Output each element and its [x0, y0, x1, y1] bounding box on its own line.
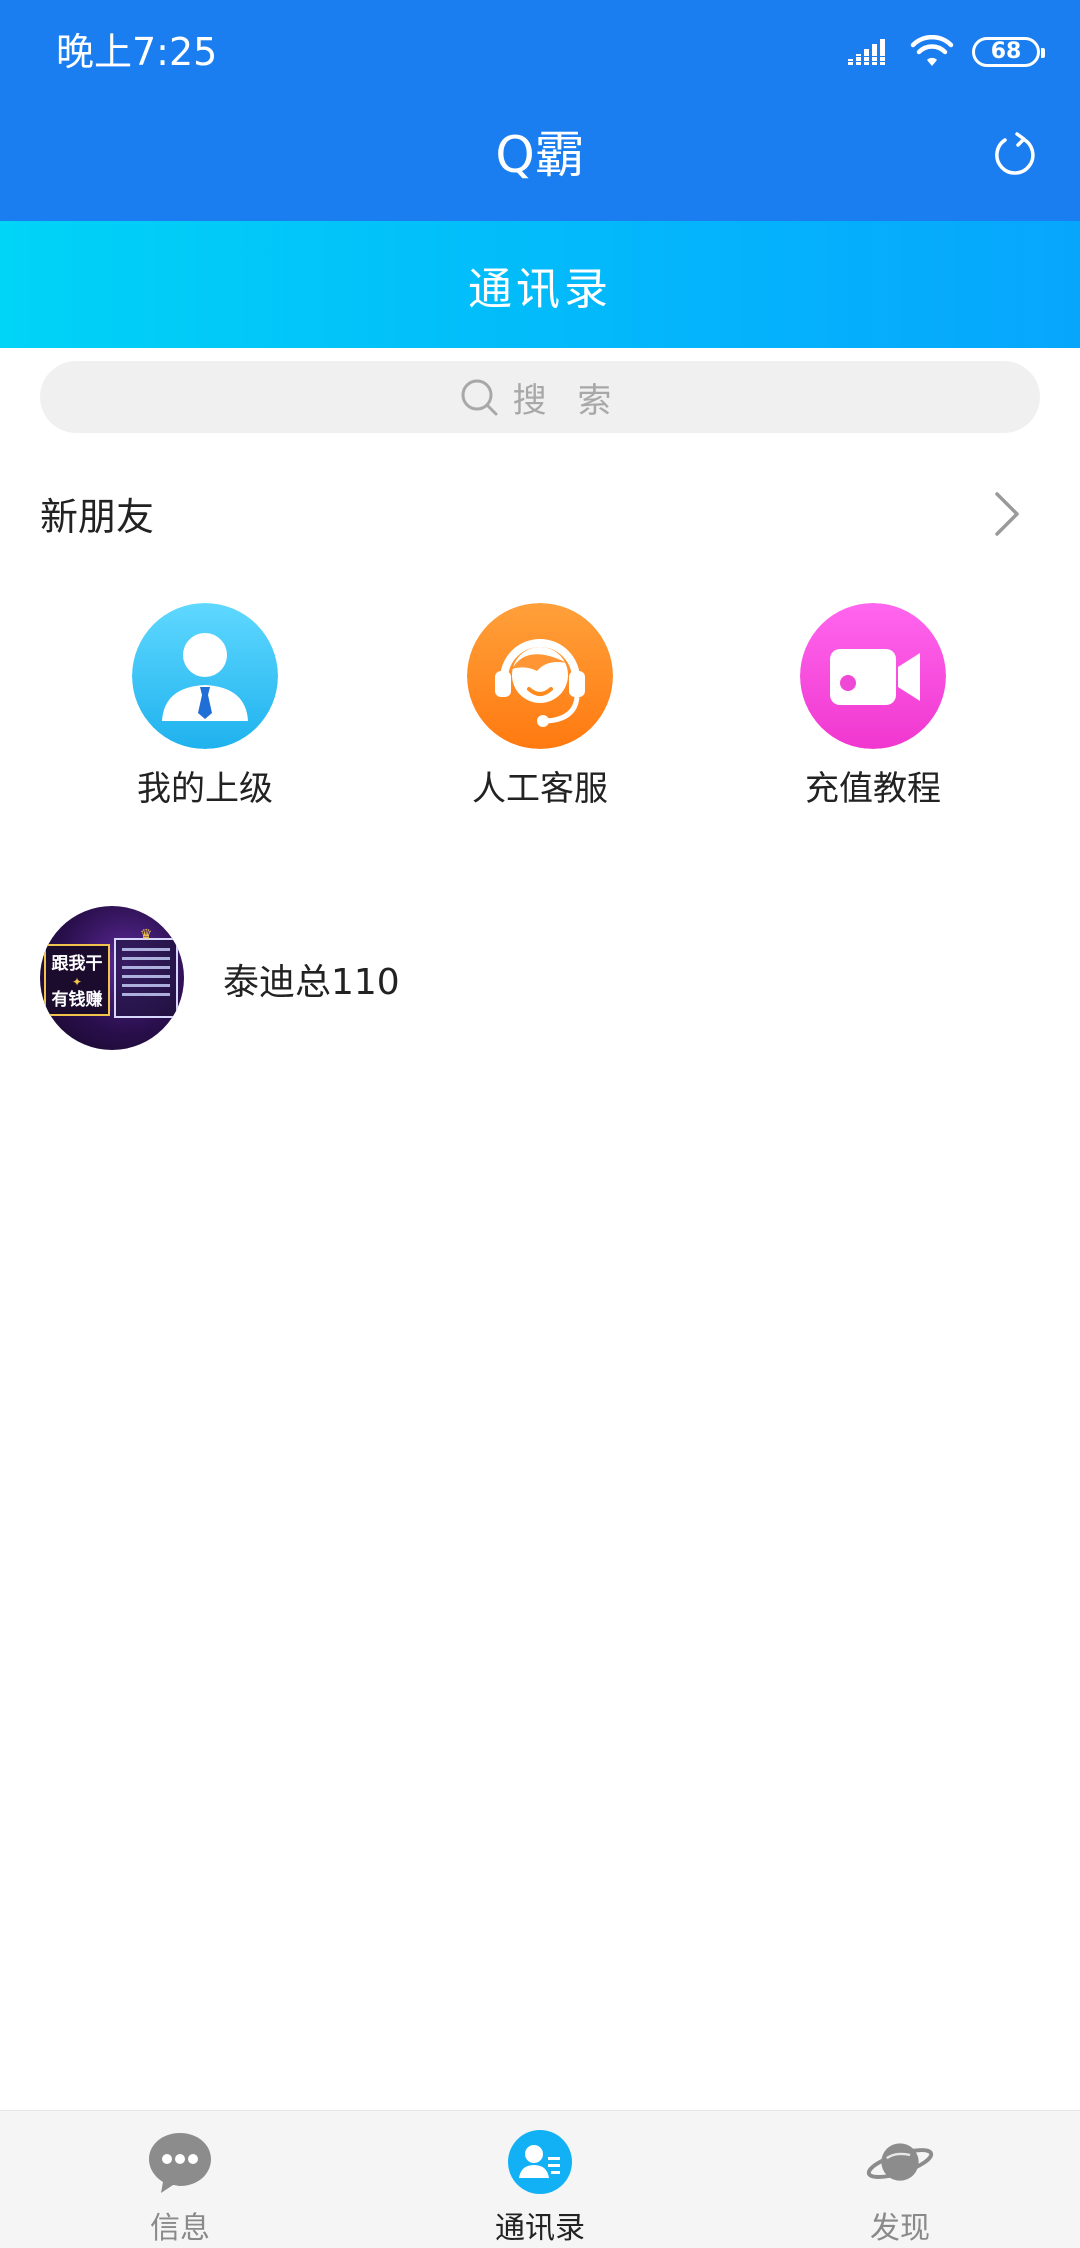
bottom-navigation: 信息 通讯录 发现 [0, 2110, 1080, 2248]
crown-icon: ♛ [139, 927, 153, 943]
search-placeholder: 搜 索 [512, 380, 622, 421]
avatar-card-line [122, 993, 170, 996]
quick-action-superior[interactable]: 我的上级 [85, 603, 325, 810]
avatar-text-line: 跟我干 [51, 954, 103, 974]
nav-label: 信息 [150, 2211, 210, 2246]
app-title: Q霸 [495, 126, 585, 184]
battery-level: 68 [990, 39, 1022, 64]
section-title: 通讯录 [468, 263, 612, 315]
new-friends-row[interactable]: 新朋友 [0, 470, 1080, 554]
wifi-icon [910, 35, 954, 66]
contact-item[interactable]: 跟我干 ✦ 有钱赚 ♛ 泰迪总110 [0, 903, 1080, 1053]
superior-person-icon [132, 603, 278, 749]
status-time: 晚上7:25 [56, 30, 218, 74]
quick-action-label: 我的上级 [137, 769, 273, 809]
quick-action-label: 人工客服 [472, 769, 608, 809]
refresh-icon[interactable] [990, 130, 1040, 180]
contacts-icon [508, 2130, 572, 2194]
nav-label: 通讯录 [495, 2211, 585, 2246]
contact-name: 泰迪总110 [223, 962, 400, 1003]
top-bar: 晚上7:25 68 Q霸 [0, 0, 1080, 221]
status-icons: 68 [848, 30, 1045, 74]
section-header: 通讯录 [0, 221, 1080, 348]
avatar-card-line [122, 957, 170, 960]
quick-action-recharge-tutorial[interactable]: 充值教程 [753, 603, 993, 810]
avatar: 跟我干 ✦ 有钱赚 ♛ [40, 906, 184, 1050]
nav-item-contacts[interactable]: 通讯录 [440, 2127, 640, 2247]
planet-icon [866, 2143, 934, 2181]
avatar-ornament-icon: ✦ [71, 975, 83, 989]
avatar-badge: 跟我干 ✦ 有钱赚 [44, 944, 110, 1016]
quick-action-customer-service[interactable]: 人工客服 [420, 603, 660, 810]
nav-label: 发现 [870, 2211, 930, 2246]
avatar-card-line [122, 984, 170, 987]
avatar-card-line [122, 966, 170, 969]
avatar-card-line [122, 948, 170, 951]
nav-item-messages[interactable]: 信息 [80, 2127, 280, 2247]
new-friends-label: 新朋友 [40, 495, 155, 539]
chevron-right-icon [995, 492, 1019, 536]
battery-icon: 68 [972, 37, 1045, 67]
contacts-screen: 晚上7:25 68 Q霸 通讯录 搜 索 新朋友 我的上级 人工客服 充值教程 … [0, 0, 1080, 2248]
search-icon [461, 379, 498, 416]
video-camera-icon [800, 603, 946, 749]
avatar-card-line [122, 975, 170, 978]
search-input[interactable]: 搜 索 [40, 361, 1040, 433]
chat-bubble-icon [149, 2133, 211, 2193]
quick-action-label: 充值教程 [805, 769, 941, 809]
avatar-text-line: 有钱赚 [51, 990, 103, 1010]
avatar-card: ♛ [114, 928, 178, 1018]
signal-icon [848, 39, 885, 65]
customer-service-icon [467, 603, 613, 749]
nav-item-discover[interactable]: 发现 [800, 2127, 1000, 2247]
